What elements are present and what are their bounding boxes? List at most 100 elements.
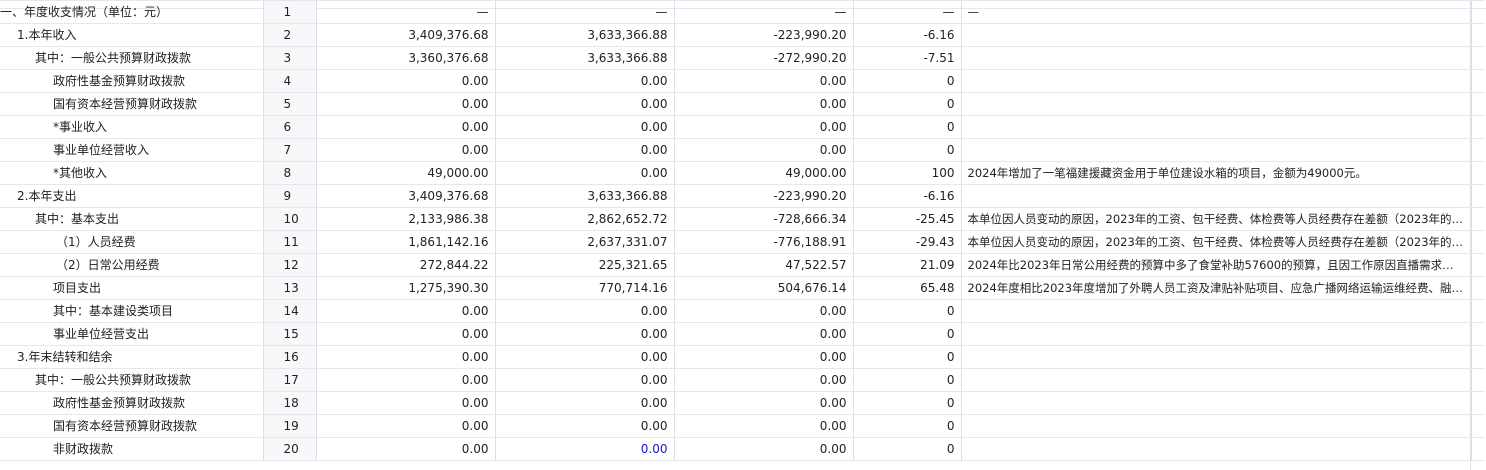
row-name-cell[interactable]: 事业单位经营收入	[0, 138, 264, 162]
row-name-cell[interactable]: 3.年末结转和结余	[0, 345, 264, 369]
note-cell[interactable]	[961, 368, 1472, 392]
difference-cell[interactable]: -223,990.20	[674, 23, 854, 47]
value-2023-cell[interactable]: 3,633,366.88	[495, 184, 675, 208]
difference-cell[interactable]: 0.00	[674, 437, 854, 461]
value-2024-cell[interactable]: 0.00	[316, 69, 496, 93]
difference-cell[interactable]: 49,000.00	[674, 161, 854, 185]
row-name-cell[interactable]: 政府性基金预算财政拨款	[0, 69, 264, 93]
difference-cell[interactable]: 0.00	[674, 391, 854, 415]
value-2024-cell[interactable]: 0.00	[316, 138, 496, 162]
value-2024-cell[interactable]: 0.00	[316, 437, 496, 461]
note-cell[interactable]: —	[961, 0, 1472, 24]
row-number-cell[interactable]: 5	[263, 92, 317, 116]
value-2024-cell[interactable]: 0.00	[316, 115, 496, 139]
value-2023-cell[interactable]: 0.00	[495, 299, 675, 323]
percent-change-cell[interactable]: 0	[853, 92, 962, 116]
value-2023-cell[interactable]: 0.00	[495, 345, 675, 369]
value-2023-cell[interactable]: 225,321.65	[495, 253, 675, 277]
percent-change-cell[interactable]: 0	[853, 322, 962, 346]
value-2024-cell[interactable]: 2,133,986.38	[316, 207, 496, 231]
value-2023-cell[interactable]: 2,862,652.72	[495, 207, 675, 231]
difference-cell[interactable]: —	[674, 0, 854, 24]
note-cell[interactable]	[961, 92, 1472, 116]
row-name-cell[interactable]: 其中：基本支出	[0, 207, 264, 231]
value-2024-cell[interactable]: 0.00	[316, 368, 496, 392]
value-2023-cell[interactable]: 0.00	[495, 368, 675, 392]
difference-cell[interactable]: -272,990.20	[674, 46, 854, 70]
percent-change-cell[interactable]: —	[853, 0, 962, 24]
row-number-cell[interactable]: 19	[263, 414, 317, 438]
difference-cell[interactable]: 0.00	[674, 69, 854, 93]
value-2024-cell[interactable]: 3,360,376.68	[316, 46, 496, 70]
row-name-cell[interactable]: （1）人员经费	[0, 230, 264, 254]
row-number-cell[interactable]: 4	[263, 69, 317, 93]
difference-cell[interactable]: -728,666.34	[674, 207, 854, 231]
value-2024-cell[interactable]: 0.00	[316, 299, 496, 323]
value-2024-cell[interactable]: 0.00	[316, 391, 496, 415]
row-name-cell[interactable]: 事业单位经营支出	[0, 322, 264, 346]
difference-cell[interactable]: -776,188.91	[674, 230, 854, 254]
value-2023-cell[interactable]: 0.00	[495, 92, 675, 116]
row-name-cell[interactable]: *其他收入	[0, 161, 264, 185]
note-cell[interactable]: 2024年比2023年日常公用经费的预算中多了食堂补助57600的预算，且因工作…	[961, 253, 1472, 277]
note-cell[interactable]	[961, 437, 1472, 461]
row-number-cell[interactable]: 12	[263, 253, 317, 277]
percent-change-cell[interactable]: -25.45	[853, 207, 962, 231]
value-2024-cell[interactable]: 0.00	[316, 345, 496, 369]
percent-change-cell[interactable]: 65.48	[853, 276, 962, 300]
row-number-cell[interactable]: 2	[263, 23, 317, 47]
row-number-cell[interactable]: 7	[263, 138, 317, 162]
row-number-cell[interactable]: 11	[263, 230, 317, 254]
percent-change-cell[interactable]: -6.16	[853, 23, 962, 47]
row-number-cell[interactable]: 14	[263, 299, 317, 323]
row-number-cell[interactable]: 10	[263, 207, 317, 231]
note-cell[interactable]	[961, 23, 1472, 47]
value-2024-cell[interactable]: 3,409,376.68	[316, 23, 496, 47]
value-2024-cell[interactable]: 49,000.00	[316, 161, 496, 185]
note-cell[interactable]	[961, 414, 1472, 438]
row-number-cell[interactable]: 8	[263, 161, 317, 185]
value-2023-cell[interactable]: 0.00	[495, 138, 675, 162]
percent-change-cell[interactable]: 0	[853, 414, 962, 438]
row-name-cell[interactable]: （2）日常公用经费	[0, 253, 264, 277]
percent-change-cell[interactable]: 100	[853, 161, 962, 185]
difference-cell[interactable]: 0.00	[674, 414, 854, 438]
value-2023-cell[interactable]: 2,637,331.07	[495, 230, 675, 254]
value-2023-cell[interactable]: 3,633,366.88	[495, 46, 675, 70]
row-name-cell[interactable]: 其中：一般公共预算财政拨款	[0, 368, 264, 392]
row-number-cell[interactable]: 9	[263, 184, 317, 208]
note-cell[interactable]	[961, 299, 1472, 323]
value-2023-cell[interactable]: 0.00	[495, 391, 675, 415]
value-2023-cell[interactable]: 3,633,366.88	[495, 23, 675, 47]
value-2023-cell[interactable]: 0.00	[495, 322, 675, 346]
row-number-cell[interactable]: 17	[263, 368, 317, 392]
percent-change-cell[interactable]: 0	[853, 437, 962, 461]
row-name-cell[interactable]: 非财政拨款	[0, 437, 264, 461]
value-2023-cell[interactable]: 0.00	[495, 414, 675, 438]
percent-change-cell[interactable]: 0	[853, 345, 962, 369]
difference-cell[interactable]: 504,676.14	[674, 276, 854, 300]
difference-cell[interactable]: 0.00	[674, 92, 854, 116]
note-cell[interactable]	[961, 322, 1472, 346]
row-number-cell[interactable]: 1	[263, 0, 317, 24]
note-cell[interactable]	[961, 184, 1472, 208]
percent-change-cell[interactable]: -7.51	[853, 46, 962, 70]
value-2023-cell[interactable]: —	[495, 0, 675, 24]
value-2024-cell[interactable]: 1,861,142.16	[316, 230, 496, 254]
note-cell[interactable]: 2024年增加了一笔福建援藏资金用于单位建设水箱的项目，金额为49000元。	[961, 161, 1472, 185]
row-number-cell[interactable]: 15	[263, 322, 317, 346]
difference-cell[interactable]: 0.00	[674, 345, 854, 369]
difference-cell[interactable]: 0.00	[674, 368, 854, 392]
value-2023-cell[interactable]: 0.00	[495, 161, 675, 185]
row-name-cell[interactable]: 国有资本经营预算财政拨款	[0, 92, 264, 116]
percent-change-cell[interactable]: 21.09	[853, 253, 962, 277]
row-name-cell[interactable]: 国有资本经营预算财政拨款	[0, 414, 264, 438]
note-cell[interactable]	[961, 69, 1472, 93]
row-number-cell[interactable]: 13	[263, 276, 317, 300]
percent-change-cell[interactable]: 0	[853, 299, 962, 323]
note-cell[interactable]: 本单位因人员变动的原因，2023年的工资、包干经费、体检费等人员经费存在差额（2…	[961, 230, 1472, 254]
row-number-cell[interactable]: 3	[263, 46, 317, 70]
row-name-cell[interactable]: 其中：一般公共预算财政拨款	[0, 46, 264, 70]
row-number-cell[interactable]: 16	[263, 345, 317, 369]
row-name-cell[interactable]: 政府性基金预算财政拨款	[0, 391, 264, 415]
